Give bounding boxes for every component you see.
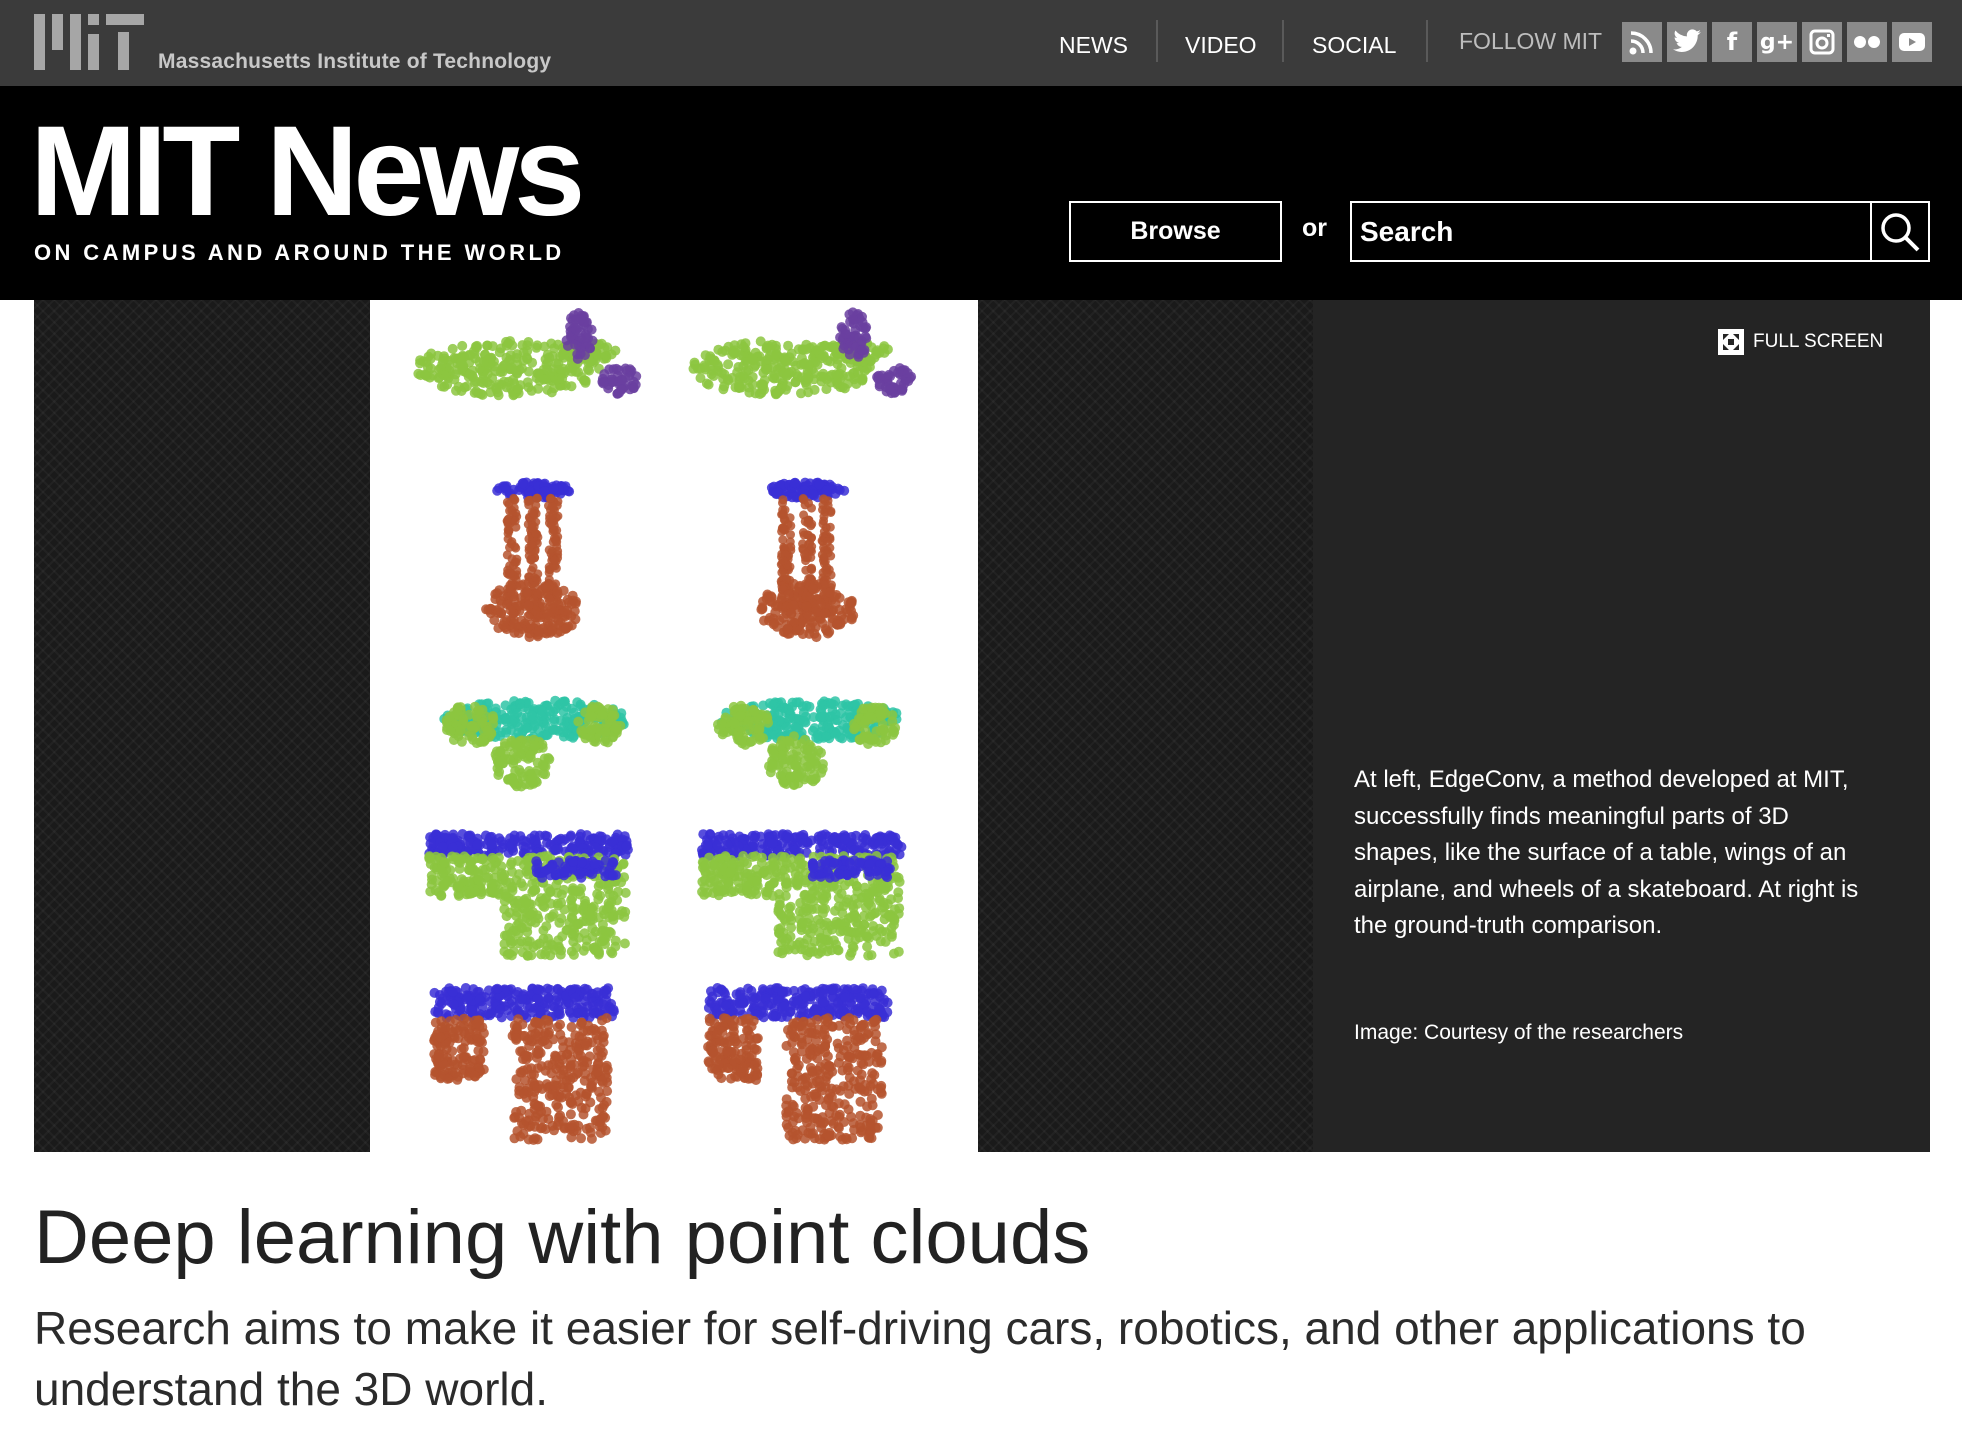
image-credit: Image: Courtesy of the researchers [1354,1021,1684,1044]
google-plus-icon[interactable]: g+ [1757,22,1797,62]
facebook-icon[interactable]: f [1712,22,1752,62]
follow-label: FOLLOW MIT [1459,28,1603,54]
nav-social-link[interactable]: SOCIAL [1312,32,1396,59]
airplane-engine-points [872,363,917,399]
fullscreen-label: FULL SCREEN [1753,331,1884,352]
desk-leg-points [429,1013,489,1085]
org-name[interactable]: Massachusetts Institute of Technology [158,50,551,74]
nav-news-link[interactable]: NEWS [1059,32,1128,59]
article-subheadline: Research aims to make it easier for self… [34,1302,1806,1415]
desk-leg-points [703,1013,763,1085]
point-cloud-figure [413,307,917,1145]
seat-side-points [424,851,509,901]
search-button[interactable] [1870,201,1930,262]
flickr-icon[interactable] [1847,22,1887,62]
skateboard-wheel-points [490,734,555,792]
twitter-icon[interactable] [1667,22,1707,62]
or-label: or [1302,214,1327,242]
youtube-icon[interactable] [1892,22,1932,62]
social-icons: f g+ [1622,22,1932,62]
instagram-icon[interactable] [1802,22,1842,62]
image-caption: At left, EdgeConv, a method developed at… [1354,766,1859,939]
desk-leg-points [507,1013,613,1145]
table-base-points [756,578,859,643]
masthead: MIT News ON CAMPUS AND AROUND THE WORLD … [0,86,1962,300]
nav-divider [1282,20,1284,62]
nav-divider [1426,20,1428,62]
nav-video-link[interactable]: VIDEO [1185,32,1257,59]
site-tagline: ON CAMPUS AND AROUND THE WORLD [34,240,565,265]
site-title[interactable]: MIT News [30,108,585,236]
search-input[interactable] [1350,201,1872,262]
seat-side-points [697,851,782,901]
desk-leg-points [781,1013,887,1145]
mit-logo[interactable] [34,14,144,70]
fullscreen-icon [1718,329,1744,355]
nav-divider [1156,20,1158,62]
slide-image[interactable] [370,300,978,1152]
table-base-points [481,577,581,643]
rss-icon[interactable] [1622,22,1662,62]
article-headline: Deep learning with point clouds [34,1195,1091,1280]
browse-button[interactable]: Browse [1069,201,1282,262]
fullscreen-button[interactable]: FULL SCREEN [1717,328,1883,356]
utility-bar: Massachusetts Institute of Technology NE… [0,0,1962,86]
search-icon [1881,212,1920,251]
slideshow: FULL SCREEN At left, EdgeConv, a method … [34,300,1930,1152]
